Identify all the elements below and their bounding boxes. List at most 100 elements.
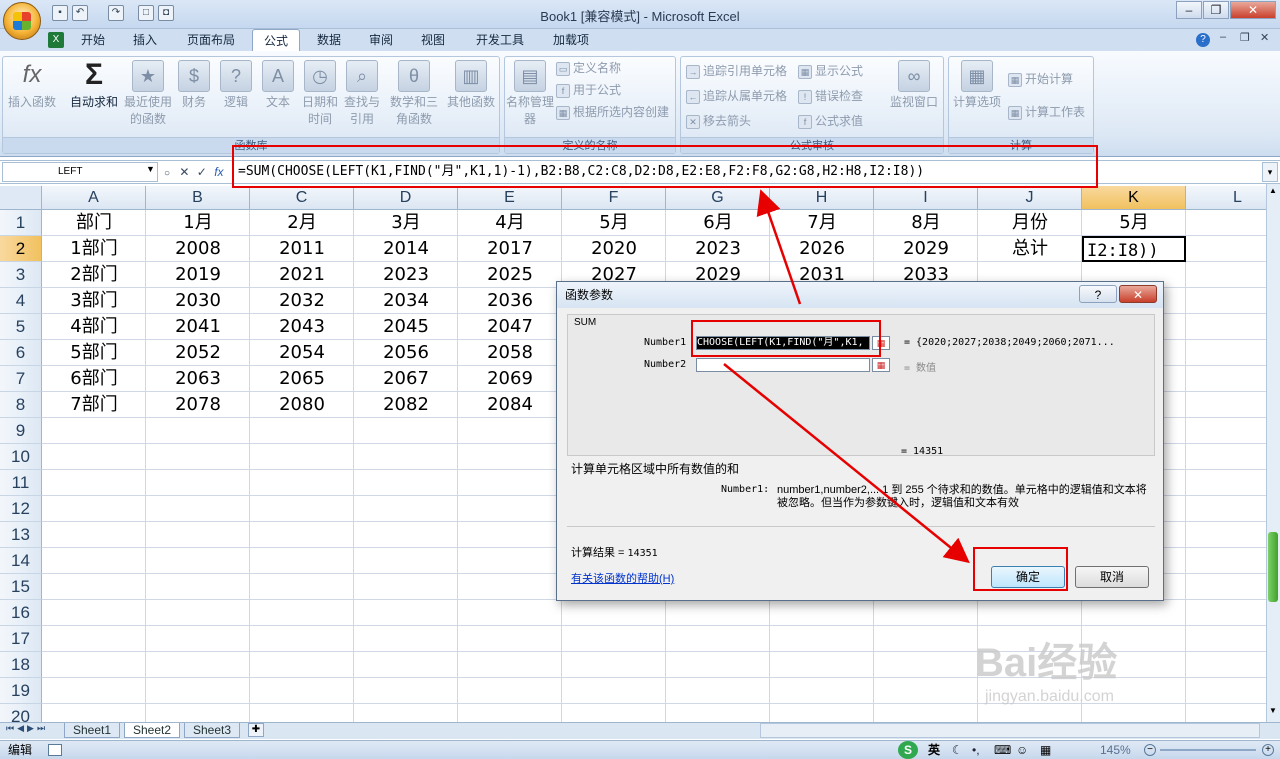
row-header-3[interactable]: 3 [0, 262, 42, 288]
cell-a7[interactable]: 6部门 [42, 366, 146, 392]
cell-b5[interactable]: 2041 [146, 314, 250, 340]
ime-punct-icon[interactable]: •, [972, 741, 980, 759]
cell-e2[interactable]: 2017 [458, 236, 562, 262]
sheet-nav-arrows-icon[interactable]: ⏮◀▶⏭ [6, 723, 48, 734]
trace-precedents-button[interactable]: → 追踪引用单元格 [686, 60, 787, 82]
row-header-4[interactable]: 4 [0, 288, 42, 314]
tab-page-layout[interactable]: 页面布局 [180, 29, 242, 51]
cell-a4[interactable]: 3部门 [42, 288, 146, 314]
tab-data[interactable]: 数据 [308, 29, 350, 51]
ime-grid-icon[interactable]: ▦ [1040, 741, 1051, 759]
row-header-12[interactable]: 12 [0, 496, 42, 522]
trace-dependents-button[interactable]: ← 追踪从属单元格 [686, 85, 787, 107]
tab-insert[interactable]: 插入 [124, 29, 166, 51]
row-header-6[interactable]: 6 [0, 340, 42, 366]
cell-j1[interactable]: 月份 [978, 210, 1082, 236]
cell-f2[interactable]: 2020 [562, 236, 666, 262]
cancel-button[interactable]: 取消 [1075, 566, 1149, 588]
row-header-19[interactable]: 19 [0, 678, 42, 704]
ribbon-minimize-icon[interactable]: – [1220, 31, 1226, 43]
insert-sheet-icon[interactable]: ✚ [248, 723, 264, 737]
function-help-link[interactable]: 有关该函数的帮助(H) [571, 570, 674, 586]
zoom-out-icon[interactable]: − [1144, 744, 1156, 756]
math-trig-button[interactable]: θ 数学和三角函数 [386, 60, 442, 128]
help-icon[interactable]: ? [1196, 33, 1210, 47]
row-header-7[interactable]: 7 [0, 366, 42, 392]
ribbon-close-icon[interactable]: ✕ [1260, 31, 1269, 44]
column-header-f[interactable]: F [562, 186, 666, 210]
cell-i1[interactable]: 8月 [874, 210, 978, 236]
calc-now-button[interactable]: ▦ 开始计算 [1008, 68, 1073, 90]
cell-a1[interactable]: 部门 [42, 210, 146, 236]
cell-c2[interactable]: 2011 [250, 236, 354, 262]
cancel-icon[interactable]: ✕ [179, 165, 189, 179]
remove-arrows-button[interactable]: ✕ 移去箭头 [686, 110, 751, 132]
column-header-i[interactable]: I [874, 186, 978, 210]
cell-c3[interactable]: 2021 [250, 262, 354, 288]
cell-e8[interactable]: 2084 [458, 392, 562, 418]
recently-used-button[interactable]: ★ 最近使用的函数 [122, 60, 174, 128]
zoom-slider[interactable] [1160, 749, 1256, 751]
evaluate-formula-button[interactable]: f 公式求值 [798, 110, 863, 132]
ime-moon-icon[interactable]: ☾ [952, 741, 963, 759]
column-header-b[interactable]: B [146, 186, 250, 210]
zoom-level[interactable]: 145% [1100, 741, 1131, 759]
vertical-scrollbar[interactable] [1266, 184, 1280, 724]
financial-button[interactable]: $ 财务 [172, 60, 216, 111]
cell-d7[interactable]: 2067 [354, 366, 458, 392]
logical-button[interactable]: ? 逻辑 [214, 60, 258, 111]
cell-b6[interactable]: 2052 [146, 340, 250, 366]
tab-review[interactable]: 审阅 [360, 29, 402, 51]
datetime-button[interactable]: ◷ 日期和时间 [298, 60, 342, 128]
ribbon-restore-icon[interactable]: ❐ [1240, 31, 1250, 44]
column-header-h[interactable]: H [770, 186, 874, 210]
row-header-15[interactable]: 15 [0, 574, 42, 600]
cell-e7[interactable]: 2069 [458, 366, 562, 392]
cell-b2[interactable]: 2008 [146, 236, 250, 262]
row-header-13[interactable]: 13 [0, 522, 42, 548]
calc-options-button[interactable]: ▦ 计算选项 [950, 60, 1004, 111]
insert-function-button[interactable]: fx 插入函数 [8, 60, 56, 111]
row-header-18[interactable]: 18 [0, 652, 42, 678]
ime-language[interactable]: 英 [928, 741, 940, 759]
create-from-selection-button[interactable]: ▦ 根据所选内容创建 [556, 101, 669, 123]
cell-d5[interactable]: 2045 [354, 314, 458, 340]
cell-d2[interactable]: 2014 [354, 236, 458, 262]
cell-a5[interactable]: 4部门 [42, 314, 146, 340]
row-header-5[interactable]: 5 [0, 314, 42, 340]
name-box[interactable]: LEFT [2, 162, 158, 182]
cell-b1[interactable]: 1月 [146, 210, 250, 236]
autosum-button[interactable]: Σ 自动求和 [68, 60, 120, 111]
tab-addins[interactable]: 加载项 [545, 29, 597, 51]
cell-a2[interactable]: 1部门 [42, 236, 146, 262]
row-header-8[interactable]: 8 [0, 392, 42, 418]
select-all-corner[interactable] [0, 186, 42, 210]
scroll-down-icon[interactable]: ▼ [1266, 706, 1280, 720]
cell-j2[interactable]: 总计 [978, 236, 1082, 262]
macro-record-icon[interactable] [48, 744, 62, 756]
row-header-20[interactable]: 20 [0, 704, 42, 722]
lookup-button[interactable]: ⌕ 查找与引用 [340, 60, 384, 128]
cell-k1[interactable]: 5月 [1082, 210, 1186, 236]
row-header-11[interactable]: 11 [0, 470, 42, 496]
error-checking-button[interactable]: ! 错误检查 [798, 85, 863, 107]
text-button[interactable]: A 文本 [256, 60, 300, 111]
tab-home[interactable]: 开始 [72, 29, 114, 51]
row-header-10[interactable]: 10 [0, 444, 42, 470]
dialog-help-icon[interactable]: ? [1079, 285, 1117, 303]
arg2-collapse-icon[interactable]: ▦ [872, 358, 890, 372]
cell-h2[interactable]: 2026 [770, 236, 874, 262]
cell-b3[interactable]: 2019 [146, 262, 250, 288]
cell-e3[interactable]: 2025 [458, 262, 562, 288]
zoom-in-icon[interactable]: + [1262, 744, 1274, 756]
cell-e4[interactable]: 2036 [458, 288, 562, 314]
enter-icon[interactable]: ✓ [197, 165, 207, 179]
column-header-e[interactable]: E [458, 186, 562, 210]
name-box-dropdown-icon[interactable]: ▼ [146, 164, 155, 174]
tab-view[interactable]: 视图 [412, 29, 454, 51]
tab-formulas[interactable]: 公式 [252, 29, 300, 51]
cell-b7[interactable]: 2063 [146, 366, 250, 392]
cell-i2[interactable]: 2029 [874, 236, 978, 262]
row-header-1[interactable]: 1 [0, 210, 42, 236]
cell-c4[interactable]: 2032 [250, 288, 354, 314]
